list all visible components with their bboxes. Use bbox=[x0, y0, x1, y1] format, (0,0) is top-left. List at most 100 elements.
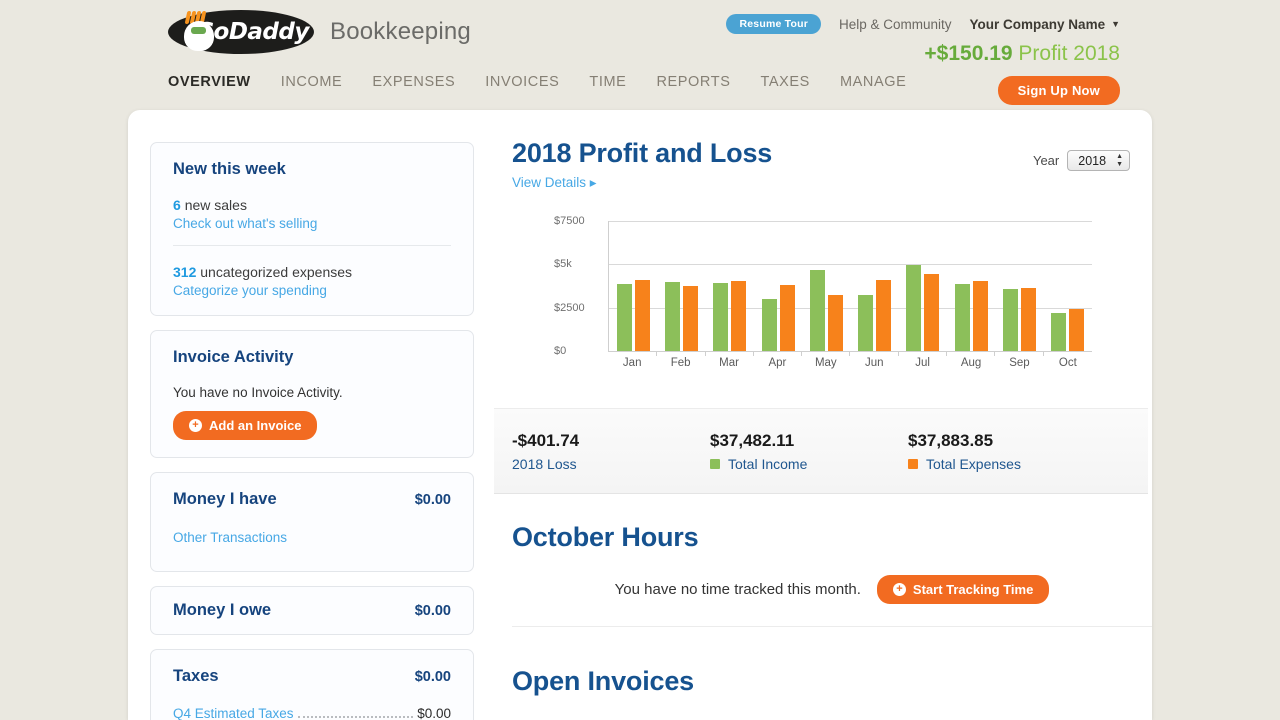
logo-face-icon bbox=[184, 21, 214, 51]
chart-month-group bbox=[1044, 221, 1092, 351]
chart-bars bbox=[609, 221, 1092, 351]
summary-cell-loss: -$401.74 2018 Loss bbox=[512, 431, 710, 472]
expenses-color-swatch-icon bbox=[908, 459, 918, 469]
chart-y-tick-label: $5k bbox=[554, 258, 572, 270]
invoice-activity-empty: You have no Invoice Activity. bbox=[173, 385, 451, 400]
chart-y-tick-label: $0 bbox=[554, 345, 566, 357]
nav-item-overview[interactable]: OVERVIEW bbox=[168, 74, 251, 90]
hours-body: You have no time tracked this month. + S… bbox=[512, 575, 1152, 627]
chart-bar-income[interactable] bbox=[762, 299, 777, 351]
start-tracking-time-label: Start Tracking Time bbox=[913, 582, 1033, 597]
brand-logo[interactable]: GoDaddy Bookkeeping bbox=[168, 10, 471, 54]
total-expenses-value: $37,883.85 bbox=[908, 431, 1106, 451]
chart-bar-income[interactable] bbox=[1051, 313, 1066, 351]
resume-tour-badge[interactable]: Resume Tour bbox=[726, 14, 821, 34]
chart-bar-income[interactable] bbox=[1003, 289, 1018, 351]
chart-x-tick-label: May bbox=[802, 357, 850, 369]
profit-summary: +$150.19 Profit 2018 bbox=[726, 42, 1120, 66]
chart-bar-expense[interactable] bbox=[876, 280, 891, 351]
company-name-label: Your Company Name bbox=[970, 17, 1106, 32]
chart-bar-income[interactable] bbox=[858, 295, 873, 351]
summary-cell-expenses: $37,883.85 Total Expenses bbox=[908, 431, 1106, 472]
chart-bar-income[interactable] bbox=[906, 265, 921, 351]
chart-x-tick-label: Jul bbox=[898, 357, 946, 369]
chart-month-group bbox=[802, 221, 850, 351]
chart-bar-expense[interactable] bbox=[1069, 309, 1084, 351]
chart-month-group bbox=[657, 221, 705, 351]
chart-bar-income[interactable] bbox=[955, 284, 970, 351]
q4-estimated-taxes-link[interactable]: Q4 Estimated Taxes bbox=[173, 706, 294, 720]
company-menu[interactable]: Your Company Name ▼ bbox=[970, 17, 1120, 32]
view-details-link[interactable]: View Details ▸ bbox=[512, 175, 1130, 191]
chart-month-group bbox=[754, 221, 802, 351]
year-label: Year bbox=[1033, 153, 1059, 168]
categorize-spending-link[interactable]: Categorize your spending bbox=[173, 283, 451, 298]
chart-bar-expense[interactable] bbox=[924, 274, 939, 351]
chart-bar-expense[interactable] bbox=[731, 281, 746, 351]
chart-bar-expense[interactable] bbox=[635, 280, 650, 351]
chart-x-axis-labels: JanFebMarAprMayJunJulAugSepOct bbox=[608, 357, 1092, 369]
panel-new-this-week: New this week 6 new sales Check out what… bbox=[150, 142, 474, 316]
year-value: 2018 bbox=[1078, 154, 1106, 168]
new-sales-count: 6 bbox=[173, 197, 181, 213]
add-an-invoice-label: Add an Invoice bbox=[209, 418, 301, 433]
hours-empty-text: You have no time tracked this month. bbox=[615, 581, 861, 598]
chart-x-axis-line bbox=[608, 351, 1092, 352]
taxes-amount: $0.00 bbox=[415, 669, 451, 685]
profit-loss-summary: -$401.74 2018 Loss $37,482.11 Total Inco… bbox=[494, 408, 1148, 494]
nav-item-invoices[interactable]: INVOICES bbox=[485, 74, 559, 90]
panel-invoice-activity: Invoice Activity You have no Invoice Act… bbox=[150, 330, 474, 458]
nav-item-income[interactable]: INCOME bbox=[281, 74, 343, 90]
add-an-invoice-button[interactable]: + Add an Invoice bbox=[173, 411, 317, 440]
new-sales-text: new sales bbox=[185, 197, 247, 213]
year-selector[interactable]: Year 2018 ▲▼ bbox=[1033, 150, 1130, 171]
panel-divider bbox=[173, 245, 451, 246]
profit-loss-chart: $0$2500$5k$7500 JanFebMarAprMayJunJulAug… bbox=[512, 221, 1130, 381]
profit-label: Profit 2018 bbox=[1018, 42, 1120, 65]
content-card: New this week 6 new sales Check out what… bbox=[128, 110, 1152, 720]
check-whats-selling-link[interactable]: Check out what's selling bbox=[173, 216, 451, 231]
main-navigation: OVERVIEW INCOME EXPENSES INVOICES TIME R… bbox=[168, 74, 906, 90]
other-transactions-link[interactable]: Other Transactions bbox=[173, 530, 451, 545]
year-select[interactable]: 2018 ▲▼ bbox=[1067, 150, 1130, 171]
start-tracking-time-button[interactable]: + Start Tracking Time bbox=[877, 575, 1049, 604]
chart-bar-expense[interactable] bbox=[780, 285, 795, 351]
nav-item-expenses[interactable]: EXPENSES bbox=[372, 74, 455, 90]
chart-plot-area bbox=[608, 221, 1092, 351]
chart-y-tick-label: $7500 bbox=[554, 215, 585, 227]
nav-item-taxes[interactable]: TAXES bbox=[760, 74, 809, 90]
chart-bar-income[interactable] bbox=[713, 283, 728, 351]
total-income-label-text: Total Income bbox=[728, 456, 807, 472]
chart-bar-expense[interactable] bbox=[973, 281, 988, 351]
total-expenses-label-text: Total Expenses bbox=[926, 456, 1021, 472]
sidebar: New this week 6 new sales Check out what… bbox=[150, 142, 474, 720]
leader-dots bbox=[298, 716, 414, 718]
chart-x-tick-label: Feb bbox=[656, 357, 704, 369]
chart-x-tick-label: Jun bbox=[850, 357, 898, 369]
summary-cell-income: $37,482.11 Total Income bbox=[710, 431, 908, 472]
chart-bar-income[interactable] bbox=[810, 270, 825, 351]
chart-x-tick-label: Sep bbox=[995, 357, 1043, 369]
new-sales-row: 6 new sales Check out what's selling bbox=[173, 197, 451, 231]
chart-month-group bbox=[995, 221, 1043, 351]
nav-item-reports[interactable]: REPORTS bbox=[656, 74, 730, 90]
chart-bar-expense[interactable] bbox=[1021, 288, 1036, 351]
header-right: Resume Tour Help & Community Your Compan… bbox=[726, 14, 1120, 66]
chart-bar-expense[interactable] bbox=[828, 295, 843, 351]
chart-bar-income[interactable] bbox=[617, 284, 632, 351]
tax-row-q4: Q4 Estimated Taxes $0.00 bbox=[173, 706, 451, 720]
sign-up-now-button[interactable]: Sign Up Now bbox=[998, 76, 1120, 105]
product-name: Bookkeeping bbox=[330, 18, 471, 46]
q4-estimated-taxes-amount: $0.00 bbox=[417, 706, 451, 720]
panel-taxes: Taxes $0.00 Q4 Estimated Taxes $0.00 Due… bbox=[150, 649, 474, 720]
chart-bar-income[interactable] bbox=[665, 282, 680, 351]
nav-item-time[interactable]: TIME bbox=[589, 74, 626, 90]
profit-and-loss-section: 2018 Profit and Loss View Details ▸ Year… bbox=[512, 138, 1130, 381]
chart-bar-expense[interactable] bbox=[683, 286, 698, 351]
help-community-link[interactable]: Help & Community bbox=[839, 17, 952, 32]
uncategorized-text: uncategorized expenses bbox=[200, 264, 352, 280]
nav-item-manage[interactable]: MANAGE bbox=[840, 74, 906, 90]
new-this-week-title: New this week bbox=[173, 160, 451, 179]
money-i-have-title: Money I have bbox=[173, 490, 277, 509]
stepper-arrows-icon: ▲▼ bbox=[1116, 153, 1123, 168]
